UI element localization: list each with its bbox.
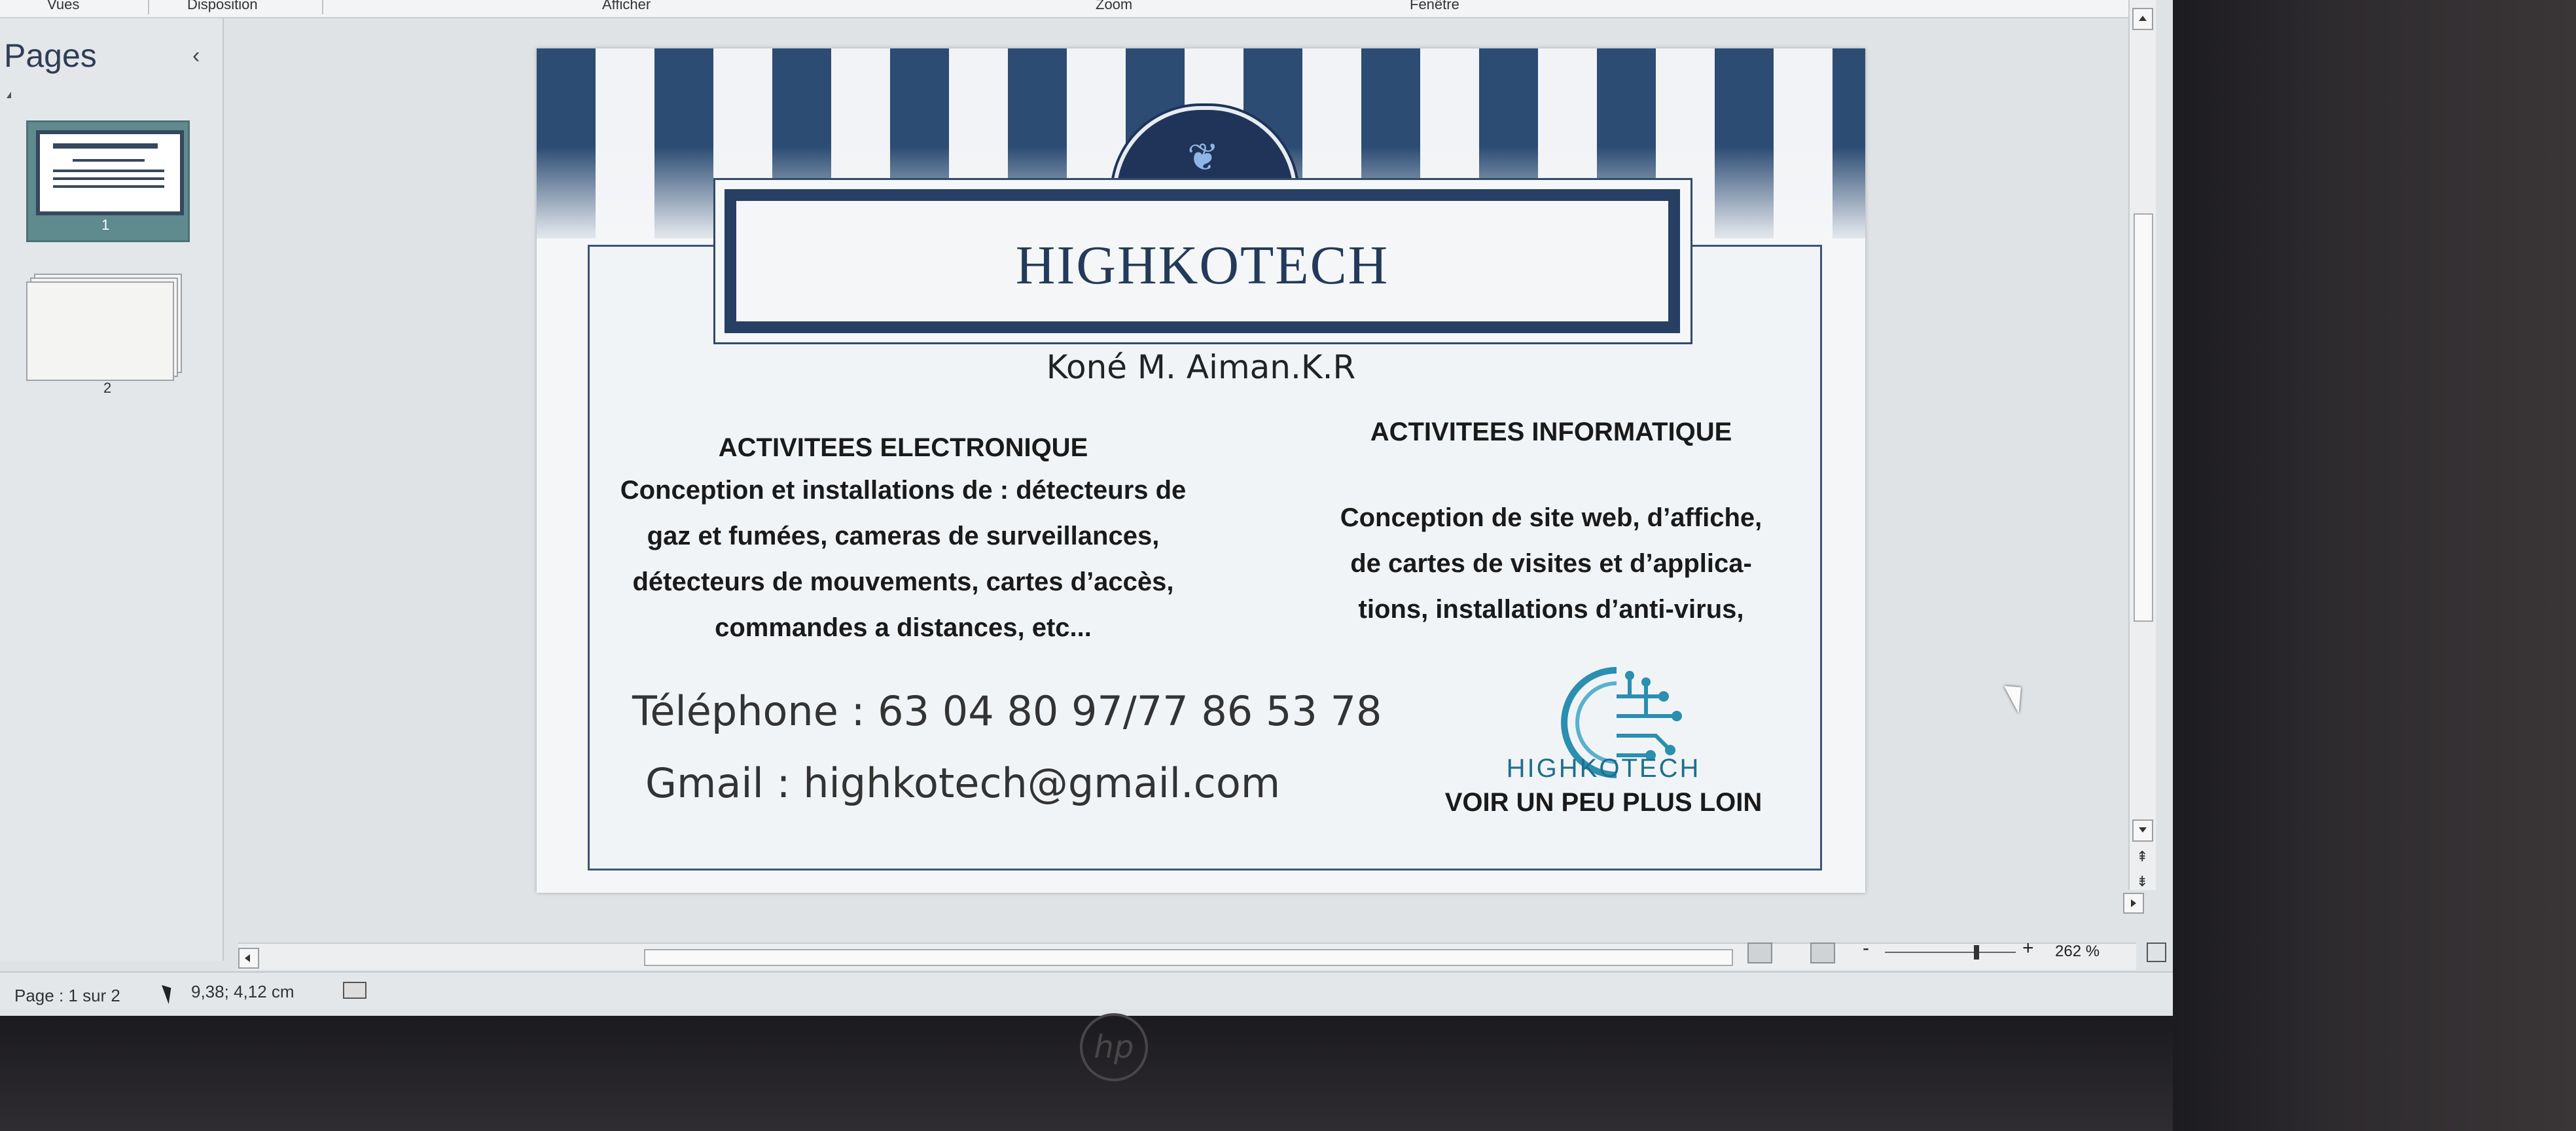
text-line: détecteurs de mouvements, cartes d’accès… — [632, 567, 1174, 596]
next-page-icon[interactable]: ⇟ — [2136, 873, 2148, 890]
view-web-icon[interactable] — [1810, 942, 1835, 963]
logo-wordmark: HIGHKOTECH — [1506, 754, 1701, 783]
view-print-layout-icon[interactable] — [1747, 942, 1772, 963]
status-bar: Page : 1 sur 2 9,38; 4,12 cm - + 262 % — [0, 937, 2173, 1009]
scroll-down-button[interactable] — [2132, 819, 2153, 842]
page-indicator[interactable]: Page : 1 sur 2 — [14, 986, 120, 1006]
zoom-slider-knob[interactable] — [1974, 945, 1979, 960]
thumbnail-number: 1 — [101, 217, 110, 233]
horizontal-scroll-thumb[interactable] — [644, 949, 1733, 966]
collapse-panel-icon[interactable]: ‹ — [192, 43, 200, 69]
monitor-bezel-bottom: hp — [0, 1013, 2173, 1131]
text-line: commandes a distances, etc... — [715, 613, 1092, 642]
thumb-line — [53, 177, 164, 180]
electronics-heading: ACTIVITEES ELECTRONIQUE — [718, 433, 1088, 462]
thumb-line — [73, 159, 145, 162]
zoom-fit-icon[interactable] — [2147, 942, 2166, 962]
mouse-pointer-icon — [2004, 679, 2031, 714]
vertical-scrollbar[interactable]: ⇞ ⇟ — [2128, 0, 2156, 890]
text-line: tions, installations d’anti-virus, — [1358, 595, 1744, 624]
slogan: VOIR UN PEU PLUS LOIN — [1444, 788, 1762, 817]
ribbon-group-vues[interactable]: Vues — [47, 0, 79, 13]
zoom-slider[interactable] — [1885, 952, 2016, 953]
zoom-in-button[interactable]: + — [2022, 937, 2034, 960]
emblem-feather-icon: ❦ — [1187, 136, 1219, 179]
electronics-description: Conception et installations de : détecte… — [563, 467, 1243, 651]
ribbon-group-zoom[interactable]: Zoom — [1096, 0, 1132, 13]
zoom-controls: - + 262 % — [1747, 937, 2166, 963]
expand-triangle-icon[interactable] — [7, 92, 11, 98]
thumbnail-number: 2 — [103, 380, 112, 396]
zoom-percentage[interactable]: 262 % — [2055, 942, 2100, 961]
thumb-line — [53, 170, 164, 172]
page-thumbnail-preview — [36, 130, 184, 215]
title-frame: HIGHKOTECH — [724, 189, 1680, 333]
monitor-bezel-right — [2173, 0, 2576, 1131]
person-name: Koné M. Aiman.K.R — [1046, 348, 1356, 386]
text-line: de cartes de visites et d’applica- — [1350, 549, 1752, 578]
page-thumbnail-1[interactable]: 1 — [26, 120, 190, 242]
ribbon-group-fenetre[interactable]: Fenêtre — [1410, 0, 1459, 13]
it-heading: ACTIVITEES INFORMATIQUE — [1370, 418, 1732, 446]
pages-panel: Pages ‹ 1 2 — [0, 18, 224, 961]
gmail-address: Gmail : highkotech@gmail.com — [645, 759, 1281, 807]
ribbon-group-afficher[interactable]: Afficher — [602, 0, 651, 13]
scroll-up-button[interactable] — [2132, 8, 2153, 30]
thumb-sheet — [26, 281, 174, 381]
ribbon-separator — [148, 0, 149, 14]
previous-page-icon[interactable]: ⇞ — [2136, 848, 2148, 865]
text-line: Conception et installations de : détecte… — [620, 476, 1187, 505]
ribbon-group-disposition[interactable]: Disposition — [187, 0, 258, 13]
cursor-position-icon — [162, 982, 176, 1005]
text-line: Conception de site web, d’affiche, — [1340, 503, 1762, 532]
screen: Vues Disposition Afficher Zoom Fenêtre P… — [0, 0, 2173, 1016]
card-title: HIGHKOTECH — [1015, 235, 1389, 296]
document-page[interactable]: ❦ HIGHKOTECH Koné M. Aiman.K.R ACTIVITEE… — [537, 48, 1865, 893]
phone-number: Téléphone : 63 04 80 97/77 86 53 78 — [632, 687, 1382, 735]
scroll-left-button[interactable] — [238, 948, 259, 969]
vertical-scroll-thumb[interactable] — [2134, 213, 2153, 622]
thumb-line — [53, 185, 164, 188]
cursor-coordinates: 9,38; 4,12 cm — [191, 982, 295, 1001]
it-description: Conception de site web, d’affiche, de ca… — [1263, 495, 1839, 632]
ribbon-group-labels: Vues Disposition Afficher Zoom Fenêtre — [0, 0, 2134, 18]
scroll-right-button[interactable] — [2123, 893, 2144, 914]
macro-record-icon[interactable] — [343, 982, 367, 999]
title-box: HIGHKOTECH — [713, 178, 1692, 344]
thumb-line — [53, 143, 158, 149]
page-thumbnail-2[interactable] — [26, 274, 182, 381]
ribbon-separator — [322, 0, 323, 14]
zoom-out-button[interactable]: - — [1863, 937, 1869, 960]
pages-panel-title: Pages — [4, 37, 97, 74]
text-line: gaz et fumées, cameras de surveillances, — [647, 522, 1160, 550]
hp-logo-icon: hp — [1080, 1013, 1148, 1081]
